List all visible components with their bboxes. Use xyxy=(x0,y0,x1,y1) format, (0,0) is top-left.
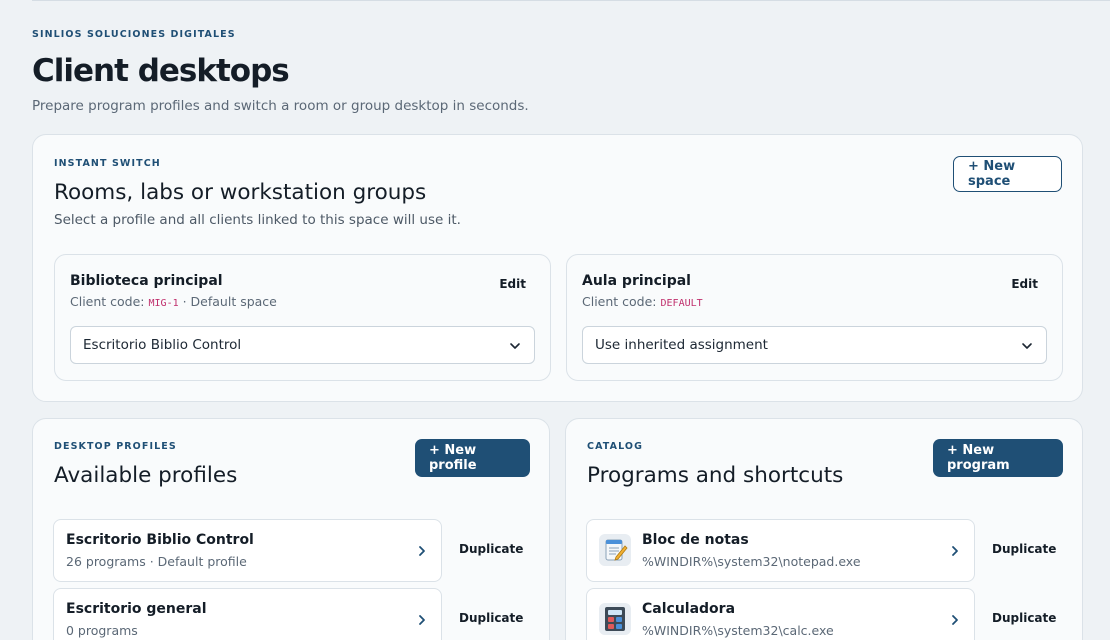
catalog-eyebrow: CATALOG xyxy=(587,441,643,452)
profile-select-value: Use inherited assignment xyxy=(595,337,768,353)
calculator-icon xyxy=(599,603,631,635)
client-code-label: Client code: xyxy=(582,294,657,309)
page-title: Client desktops xyxy=(32,53,290,89)
profile-meta: 26 programs · Default profile xyxy=(66,554,247,569)
client-code: DEFAULT xyxy=(660,298,703,309)
client-code-label: Client code: xyxy=(70,294,145,309)
chevron-right-icon xyxy=(952,546,958,556)
program-row[interactable]: Bloc de notas %WINDIR%\system32\notepad.… xyxy=(586,519,975,582)
chevron-down-icon xyxy=(1022,343,1032,349)
duplicate-profile-button[interactable]: Duplicate xyxy=(459,542,523,556)
profile-select-value: Escritorio Biblio Control xyxy=(83,337,242,353)
program-name: Bloc de notas xyxy=(642,532,749,548)
space-name: Biblioteca principal xyxy=(70,273,223,289)
profiles-panel: DESKTOP PROFILES Available profiles + Ne… xyxy=(32,418,550,640)
profile-select[interactable]: Escritorio Biblio Control xyxy=(70,326,535,364)
new-space-button[interactable]: + New space xyxy=(953,156,1062,192)
page-subtitle: Prepare program profiles and switch a ro… xyxy=(32,98,529,114)
catalog-title: Programs and shortcuts xyxy=(587,463,844,488)
notepad-icon xyxy=(599,534,631,566)
space-meta: Client code: MIG-1 · Default space xyxy=(70,294,277,309)
profiles-title: Available profiles xyxy=(54,463,238,488)
edit-space-button[interactable]: Edit xyxy=(499,277,526,291)
top-divider xyxy=(32,0,1110,2)
profile-name: Escritorio Biblio Control xyxy=(66,532,254,548)
profile-row[interactable]: Escritorio general 0 programs xyxy=(53,588,442,640)
program-name: Calculadora xyxy=(642,601,736,617)
instant-switch-eyebrow: INSTANT SWITCH xyxy=(54,158,161,169)
duplicate-program-button[interactable]: Duplicate xyxy=(992,611,1056,625)
chevron-right-icon xyxy=(952,615,958,625)
new-program-button[interactable]: + New program xyxy=(933,439,1063,477)
duplicate-program-button[interactable]: Duplicate xyxy=(992,542,1056,556)
space-default-tag: · Default space xyxy=(178,294,277,309)
brand-label: SINLIOS SOLUCIONES DIGITALES xyxy=(32,29,236,40)
duplicate-profile-button[interactable]: Duplicate xyxy=(459,611,523,625)
profiles-eyebrow: DESKTOP PROFILES xyxy=(54,441,177,452)
instant-switch-description: Select a profile and all clients linked … xyxy=(54,212,461,228)
program-path: %WINDIR%\system32\notepad.exe xyxy=(642,554,861,569)
new-profile-button[interactable]: + New profile xyxy=(415,439,530,477)
profile-row[interactable]: Escritorio Biblio Control 26 programs · … xyxy=(53,519,442,582)
chevron-down-icon xyxy=(510,343,520,349)
profile-name: Escritorio general xyxy=(66,601,207,617)
space-name: Aula principal xyxy=(582,273,691,289)
catalog-panel: CATALOG Programs and shortcuts + New pro… xyxy=(565,418,1083,640)
program-path: %WINDIR%\system32\calc.exe xyxy=(642,623,834,638)
space-card-aula: Aula principal Client code: DEFAULT Edit… xyxy=(566,254,1063,381)
space-meta: Client code: DEFAULT xyxy=(582,294,703,309)
profile-meta: 0 programs xyxy=(66,623,138,638)
chevron-right-icon xyxy=(419,546,425,556)
profile-select[interactable]: Use inherited assignment xyxy=(582,326,1047,364)
edit-space-button[interactable]: Edit xyxy=(1011,277,1038,291)
program-row[interactable]: Calculadora %WINDIR%\system32\calc.exe xyxy=(586,588,975,640)
instant-switch-title: Rooms, labs or workstation groups xyxy=(54,180,427,205)
chevron-right-icon xyxy=(419,615,425,625)
client-code: MIG-1 xyxy=(148,298,179,309)
instant-switch-panel: INSTANT SWITCH Rooms, labs or workstatio… xyxy=(32,134,1083,402)
space-card-biblioteca: Biblioteca principal Client code: MIG-1 … xyxy=(54,254,551,381)
